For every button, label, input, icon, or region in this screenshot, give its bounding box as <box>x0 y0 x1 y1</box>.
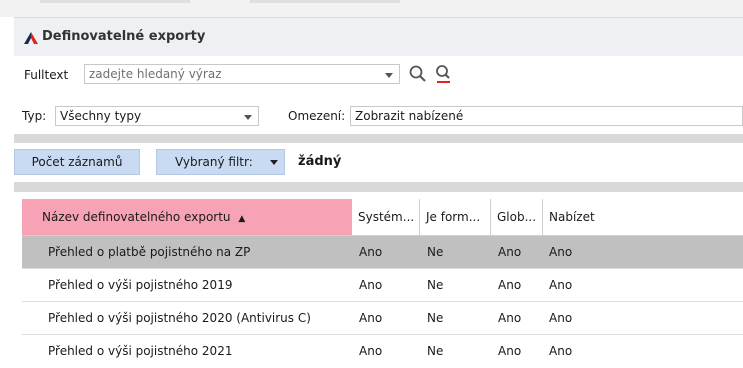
main-panel: Fulltext zadejte hledaný výraz Typ: Všec… <box>14 56 743 358</box>
search-placeholder: zadejte hledaný výraz <box>89 67 222 81</box>
column-header-system[interactable]: Systém... <box>352 199 420 235</box>
column-header-offer[interactable]: Nabízet <box>543 199 743 235</box>
cell-system: Ano <box>359 344 383 358</box>
cell-global: Ano <box>498 278 522 292</box>
divider <box>14 134 743 143</box>
type-select[interactable]: Všechny typy <box>55 106 259 126</box>
record-count-button[interactable]: Počet záznamů <box>14 149 140 175</box>
clear-search-icon[interactable] <box>434 64 454 84</box>
cell-system: Ano <box>359 311 383 325</box>
column-header-formula[interactable]: Je form... <box>420 199 491 235</box>
cell-offer: Ano <box>549 245 573 259</box>
sort-ascending-icon: ▲ <box>238 214 246 224</box>
cell-system: Ano <box>359 278 383 292</box>
cell-formula: Ne <box>427 311 444 325</box>
cell-name: Přehled o výši pojistného 2020 (Antiviru… <box>48 311 311 325</box>
selected-filter-label: Vybraný filtr: <box>175 155 253 169</box>
cell-name: Přehled o výši pojistného 2021 <box>48 344 233 358</box>
cell-formula: Ne <box>427 278 444 292</box>
selected-filter-button[interactable]: Vybraný filtr: <box>156 149 285 175</box>
fulltext-label: Fulltext <box>24 68 69 82</box>
cell-offer: Ano <box>549 311 573 325</box>
strip-mark <box>40 0 190 3</box>
column-header-name[interactable]: Název definovatelného exportu ▲ <box>22 199 352 235</box>
cell-formula: Ne <box>427 245 444 259</box>
type-label: Typ: <box>22 109 47 123</box>
cell-global: Ano <box>498 311 522 325</box>
window-top-strip <box>0 0 743 17</box>
logo-icon <box>24 32 38 47</box>
selected-filter-value: žádný <box>298 154 342 169</box>
table-row[interactable]: Přehled o platbě pojistného na ZP Ano Ne… <box>22 236 743 269</box>
cell-offer: Ano <box>549 344 573 358</box>
table-header: Název definovatelného exportu ▲ Systém..… <box>22 199 743 236</box>
cell-global: Ano <box>498 344 522 358</box>
chevron-down-icon[interactable] <box>244 115 252 120</box>
divider <box>14 182 743 192</box>
limit-select[interactable]: Zobrazit nabízené <box>350 106 743 126</box>
cell-system: Ano <box>359 245 383 259</box>
cell-name: Přehled o platbě pojistného na ZP <box>48 245 251 259</box>
table-row[interactable]: Přehled o výši pojistného 2019 Ano Ne An… <box>22 269 743 302</box>
limit-value: Zobrazit nabízené <box>355 109 464 123</box>
window-title: Definovatelné exporty <box>42 29 206 44</box>
fulltext-search-input[interactable]: zadejte hledaný výraz <box>84 64 400 84</box>
column-header-global[interactable]: Glob... <box>491 199 543 235</box>
cell-offer: Ano <box>549 278 573 292</box>
type-value: Všechny typy <box>60 109 142 123</box>
filter-dropdown-arrow-icon[interactable] <box>270 160 278 165</box>
table-row[interactable]: Přehled o výši pojistného 2021 Ano Ne An… <box>22 335 743 358</box>
search-icon[interactable] <box>408 64 428 84</box>
strip-mark <box>250 0 400 3</box>
dropdown-arrow-icon[interactable] <box>385 73 393 78</box>
cell-formula: Ne <box>427 344 444 358</box>
limit-label: Omezení: <box>288 109 346 123</box>
cell-global: Ano <box>498 245 522 259</box>
table-row[interactable]: Přehled o výši pojistného 2020 (Antiviru… <box>22 302 743 335</box>
cell-name: Přehled o výši pojistného 2019 <box>48 278 233 292</box>
window-titlebar: Definovatelné exporty <box>14 17 743 57</box>
column-header-label: Název definovatelného exportu <box>42 210 231 224</box>
